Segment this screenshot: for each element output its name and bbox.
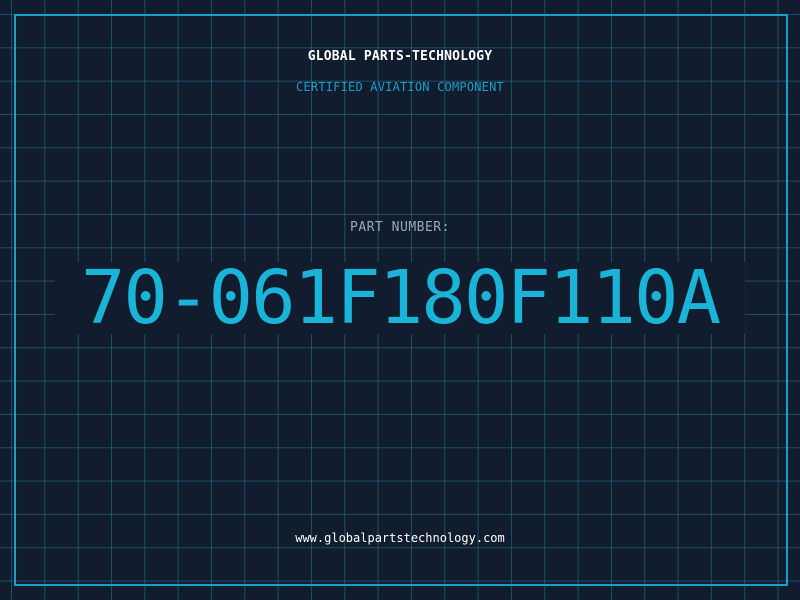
website-url: www.globalpartstechnology.com: [295, 531, 505, 545]
part-number-label: PART NUMBER:: [350, 220, 450, 235]
certification-subtitle: CERTIFIED AVIATION COMPONENT: [296, 80, 504, 94]
company-name: GLOBAL PARTS-TECHNOLOGY: [307, 49, 493, 64]
part-number-value: 70-061F180F110A: [55, 261, 745, 335]
